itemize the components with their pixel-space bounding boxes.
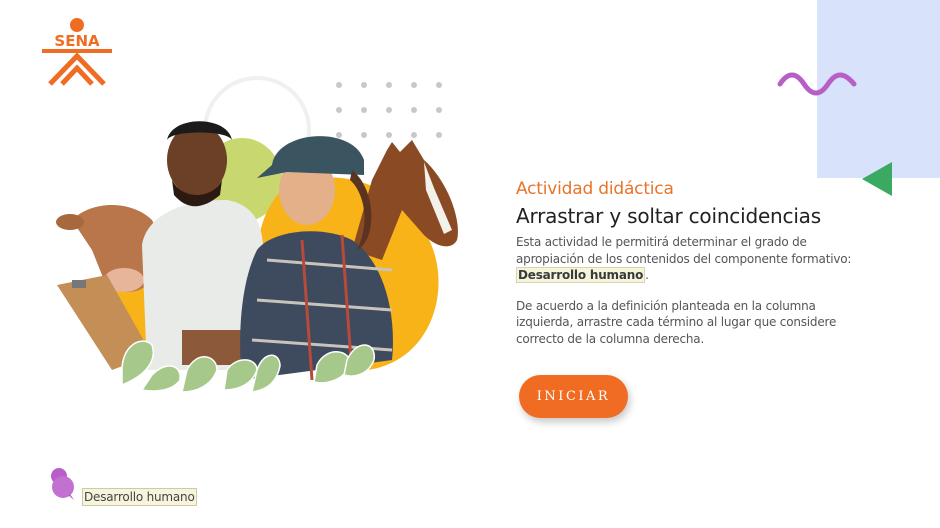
description-period: . <box>645 268 649 282</box>
activity-label: Actividad didáctica <box>516 179 674 199</box>
triangle-decoration <box>862 162 892 196</box>
puzzle-icon <box>51 468 74 500</box>
activity-instructions: De acuerdo a la definición planteada en … <box>516 298 837 346</box>
footer-topic-label: Desarrollo humano <box>82 488 197 506</box>
wave-decoration <box>777 72 857 96</box>
activity-info: Actividad didáctica Arrastrar y soltar c… <box>516 178 856 347</box>
logo-text: SENA <box>54 32 100 50</box>
description-text: Esta actividad le permitirá determinar e… <box>516 235 852 266</box>
topic-highlight: Desarrollo humano <box>516 267 646 283</box>
activity-title: Arrastrar y soltar coincidencias <box>516 204 821 228</box>
farmers-illustration <box>56 76 458 393</box>
activity-description: Esta actividad le permitirá determinar e… <box>516 234 856 284</box>
start-button[interactable]: INICIAR <box>519 375 628 418</box>
